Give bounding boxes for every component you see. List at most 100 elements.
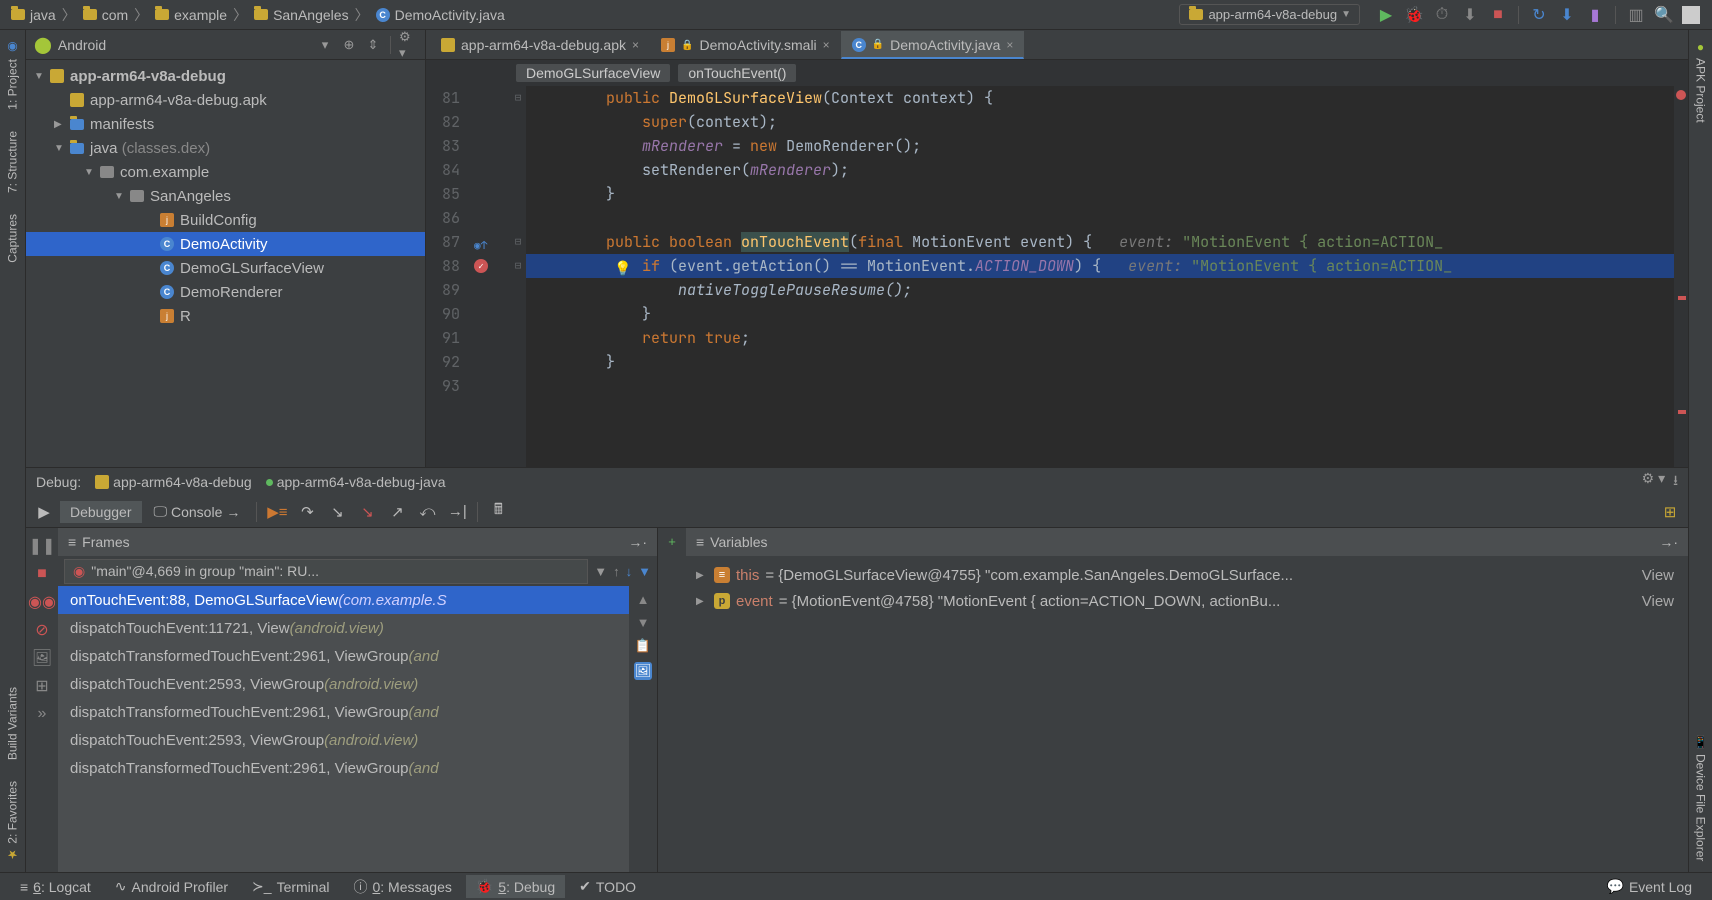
down-icon[interactable]: ▼	[637, 615, 650, 630]
run-config-selector[interactable]: app-arm64-v8a-debug ▼	[1179, 4, 1360, 25]
tree-item-apk[interactable]: app-arm64-v8a-debug.apk	[26, 88, 425, 112]
sdk-manager-button[interactable]: ▮	[1585, 5, 1605, 25]
sync-button[interactable]: ↻	[1529, 5, 1549, 25]
resume-button[interactable]: ▶	[30, 498, 58, 526]
show-execution-point-button[interactable]: ▶≡	[263, 498, 291, 526]
tree-item-manifests[interactable]: ▶manifests	[26, 112, 425, 136]
error-stripe[interactable]	[1674, 86, 1688, 467]
stop-button[interactable]: ■	[1488, 5, 1508, 25]
chevron-down-icon[interactable]: ▾	[316, 36, 334, 54]
hide-icon[interactable]: →·	[628, 534, 647, 550]
frame-row[interactable]: onTouchEvent:88, DemoGLSurfaceView (com.…	[58, 586, 629, 614]
layout-settings-button[interactable]: ⊞	[1656, 498, 1684, 526]
editor-crumb[interactable]: DemoGLSurfaceView	[516, 64, 670, 82]
tool-tab-project[interactable]: 1: Project ◉	[0, 30, 25, 120]
hide-icon[interactable]: →·	[1659, 534, 1678, 550]
status-tab-profiler[interactable]: ∿ Android Profiler	[105, 875, 238, 898]
step-out-button[interactable]: ↗	[383, 498, 411, 526]
editor-tab[interactable]: C🔒DemoActivity.java×	[841, 31, 1025, 59]
status-tab-logcat[interactable]: ≡ 6: Logcat	[10, 876, 101, 898]
console-tab[interactable]: 🖵Console →	[144, 500, 251, 523]
editor-tab[interactable]: j🔒DemoActivity.smali×	[650, 31, 841, 59]
search-button[interactable]: 🔍	[1654, 5, 1674, 25]
status-tab-todo[interactable]: ✔ TODO	[569, 875, 646, 898]
variable-row[interactable]: ▶ p event = {MotionEvent@4758} "MotionEv…	[690, 588, 1684, 614]
debug-button[interactable]: 🐞	[1404, 5, 1424, 25]
tree-item-package[interactable]: ▼SanAngeles	[26, 184, 425, 208]
editor-crumb[interactable]: onTouchEvent()	[678, 64, 796, 82]
collapse-all-icon[interactable]: ⇕	[364, 36, 382, 54]
code-content[interactable]: public DemoGLSurfaceView(Context context…	[526, 86, 1674, 467]
status-tab-messages[interactable]: ⓘ 0: Messages	[343, 874, 461, 900]
frame-row[interactable]: dispatchTransformedTouchEvent:2961, View…	[58, 642, 629, 670]
tool-tab-build-variants[interactable]: Build Variants	[0, 676, 25, 770]
fold-gutter[interactable]: ⊟⊟⊟	[510, 86, 526, 467]
avd-manager-button[interactable]: ⬇	[1557, 5, 1577, 25]
get-thread-dump-button[interactable]: 🖼	[30, 646, 54, 670]
tool-tab-favorites[interactable]: ★ 2: Favorites	[0, 770, 25, 872]
code-editor[interactable]: 81828384858687888990919293 ◉↑✓ ⊟⊟⊟ publi…	[426, 86, 1688, 467]
breadcrumb-item[interactable]: java	[6, 6, 60, 24]
filter-button[interactable]: ▼	[638, 564, 651, 579]
frame-row[interactable]: dispatchTouchEvent:11721, View (android.…	[58, 614, 629, 642]
close-icon[interactable]: ×	[1006, 38, 1013, 52]
icon-gutter[interactable]: ◉↑✓	[468, 86, 510, 467]
locate-icon[interactable]: ⊕	[340, 36, 358, 54]
tree-item-class[interactable]: jBuildConfig	[26, 208, 425, 232]
breadcrumb-item[interactable]: example	[150, 6, 231, 24]
close-icon[interactable]: ×	[632, 38, 639, 52]
tool-tab-structure[interactable]: 7: Structure	[0, 120, 25, 203]
project-structure-button[interactable]: ▥	[1626, 5, 1646, 25]
add-watch-button[interactable]: +	[668, 534, 676, 549]
status-tab-terminal[interactable]: ≻_ Terminal	[242, 875, 339, 898]
tree-item-package[interactable]: ▼com.example	[26, 160, 425, 184]
frame-row[interactable]: dispatchTouchEvent:2593, ViewGroup (andr…	[58, 726, 629, 754]
avatar-icon[interactable]	[1682, 6, 1700, 24]
project-view-selector[interactable]: Android	[58, 37, 310, 53]
tool-tab-apk-project[interactable]: ● APK Project	[1689, 30, 1712, 134]
tree-item-class[interactable]: CDemoRenderer	[26, 280, 425, 304]
stop-button[interactable]: ■	[30, 562, 54, 586]
variable-row[interactable]: ▶ ≡ this = {DemoGLSurfaceView@4755} "com…	[690, 562, 1684, 588]
breadcrumb-item[interactable]: CDemoActivity.java	[371, 6, 509, 24]
frame-row[interactable]: dispatchTransformedTouchEvent:2961, View…	[58, 754, 629, 782]
prev-frame-button[interactable]: ↑	[613, 564, 620, 579]
settings-icon[interactable]: ⚙ ▾	[1642, 470, 1665, 494]
tool-tab-captures[interactable]: Captures	[0, 203, 25, 273]
more-button[interactable]: »	[30, 702, 54, 726]
profile-button[interactable]: ⏱	[1432, 5, 1452, 25]
pause-button[interactable]: ❚❚	[30, 534, 54, 558]
settings-icon[interactable]: ⚙ ▾	[399, 36, 417, 54]
evaluate-button[interactable]: 🖩	[484, 498, 512, 526]
breadcrumb-item[interactable]: com	[78, 6, 132, 24]
tree-item-class[interactable]: CDemoGLSurfaceView	[26, 256, 425, 280]
drop-frame-button[interactable]: ⤺	[413, 498, 441, 526]
chevron-down-icon[interactable]: ▼	[594, 564, 607, 579]
event-log-button[interactable]: 💬 Event Log	[1597, 875, 1703, 898]
debugger-tab[interactable]: Debugger	[60, 501, 142, 523]
up-icon[interactable]: ▲	[637, 592, 650, 607]
mute-breakpoints-button[interactable]: ⊘	[30, 618, 54, 642]
tree-root[interactable]: ▼app-arm64-v8a-debug	[26, 64, 425, 88]
tree-item-class[interactable]: CDemoActivity	[26, 232, 425, 256]
run-to-cursor-button[interactable]: →|	[443, 498, 471, 526]
clipboard-icon[interactable]: 📋	[635, 638, 651, 654]
debug-config[interactable]: app-arm64-v8a-debug	[95, 474, 252, 490]
force-step-into-button[interactable]: ↘	[353, 498, 381, 526]
frame-row[interactable]: dispatchTransformedTouchEvent:2961, View…	[58, 698, 629, 726]
close-icon[interactable]: ×	[823, 38, 830, 52]
step-over-button[interactable]: ↷	[293, 498, 321, 526]
download-icon[interactable]: ⭳	[1673, 470, 1678, 494]
tree-item-class[interactable]: jR	[26, 304, 425, 328]
next-frame-button[interactable]: ↓	[626, 564, 633, 579]
screenshot-icon[interactable]: 🖼	[634, 662, 653, 680]
breadcrumb-item[interactable]: SanAngeles	[249, 6, 353, 24]
tool-tab-device-file-explorer[interactable]: 📱 Device File Explorer	[1689, 725, 1712, 872]
attach-debugger-button[interactable]: ⬇	[1460, 5, 1480, 25]
view-breakpoints-button[interactable]: ◉◉	[30, 590, 54, 614]
marker[interactable]	[1678, 296, 1686, 300]
status-tab-debug[interactable]: 🐞 5: Debug	[466, 875, 565, 898]
settings-button[interactable]: ⊞	[30, 674, 54, 698]
run-button[interactable]: ▶	[1376, 5, 1396, 25]
editor-tab[interactable]: app-arm64-v8a-debug.apk×	[430, 31, 650, 59]
